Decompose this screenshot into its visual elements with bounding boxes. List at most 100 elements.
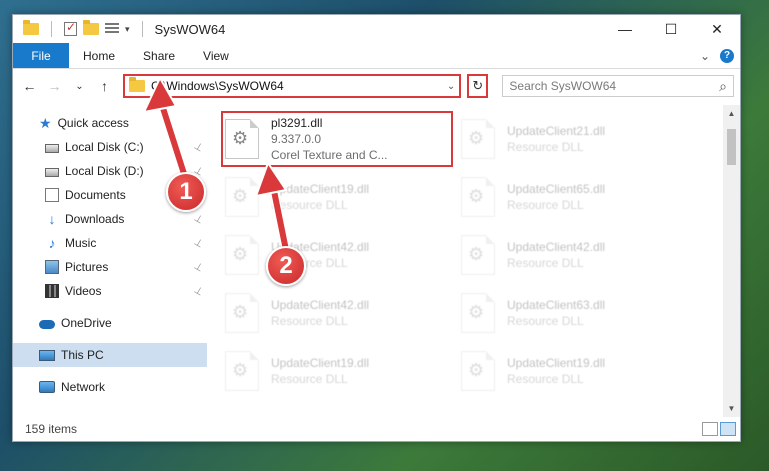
scrollbar-thumb[interactable] [727,129,736,165]
dll-file-icon [461,351,495,391]
divider [51,21,52,37]
folder-icon [23,20,39,35]
view-toggle [702,422,740,436]
tab-file[interactable]: File [13,43,69,68]
properties-check-icon[interactable] [64,20,77,36]
file-item[interactable]: UpdateClient42.dll Resource DLL [225,285,455,341]
navigation-pane: ★ Quick access Local Disk (C:) ⊥ Local Dis… [13,105,207,417]
tab-share[interactable]: Share [129,43,189,68]
computer-icon [39,349,55,361]
folder-icon [129,77,145,92]
file-name: UpdateClient21.dll [507,124,606,138]
sidebar-item-videos[interactable]: Videos ⊥ [13,279,207,303]
downloads-icon: ↓ [48,211,56,227]
file-info: UpdateClient19.dll Resource DLL [271,355,369,387]
pin-icon[interactable]: ⊥ [192,260,205,274]
dll-file-icon [461,235,495,275]
sidebar-item-label: Local Disk (C:) [65,140,144,154]
window-title: SysWOW64 [154,21,226,37]
onedrive-cloud-icon [39,319,55,329]
tab-home[interactable]: Home [69,43,129,68]
sidebar-item-pictures[interactable]: Pictures ⊥ [13,255,207,279]
music-icon: ♪ [48,235,56,251]
file-name: UpdateClient63.dll [507,298,606,312]
address-bar[interactable]: C:\Windows\SysWOW64 ⌄ [123,74,462,98]
navigation-bar: ← → ⌄ ↑ C:\Windows\SysWOW64 ⌄ ↻ ⌕ [13,69,740,103]
address-dropdown-icon[interactable]: ⌄ [447,81,459,92]
file-info: UpdateClient19.dll Resource DLL [271,181,369,213]
file-detail: Resource DLL [271,314,348,328]
dll-file-icon [225,235,259,275]
file-item[interactable]: UpdateClient21.dll Resource DLL [461,111,691,167]
ribbon-right: ⌄ ? [700,43,740,68]
refresh-button[interactable]: ↻ [467,74,489,98]
up-button[interactable]: ↑ [94,75,115,97]
file-detail: Resource DLL [507,256,584,270]
file-item[interactable]: UpdateClient19.dll Resource DLL [225,343,455,399]
maximize-button[interactable]: ☐ [648,15,694,43]
file-name: UpdateClient19.dll [271,182,370,196]
expand-ribbon-icon[interactable]: ⌄ [700,49,710,63]
sidebar-item-label: This PC [61,348,104,362]
file-detail: Resource DLL [507,372,584,386]
scroll-down-icon[interactable]: ▼ [723,400,740,417]
search-input[interactable] [509,79,720,93]
close-button[interactable]: ✕ [694,15,740,43]
sidebar-item-this-pc[interactable]: This PC [13,343,207,367]
file-name: UpdateClient42.dll [271,298,370,312]
pin-icon[interactable]: ⊥ [192,284,205,298]
scroll-up-icon[interactable]: ▲ [723,105,740,122]
selected-file-highlight [221,111,453,167]
sidebar-item-label: OneDrive [61,316,112,330]
title-bar: ▾ SysWOW64 — ☐ ✕ [13,15,740,43]
new-folder-icon[interactable] [83,20,99,35]
sidebar-item-label: Videos [65,284,102,298]
sidebar-item-label: Downloads [65,212,125,226]
dll-file-icon [225,177,259,217]
toolbar-dropdown-icon[interactable]: ▾ [125,24,130,35]
details-view-icon[interactable] [702,422,718,436]
pin-icon[interactable]: ⊥ [192,212,205,226]
step-badge-2: 2 [266,246,306,286]
file-detail: Resource DLL [507,314,584,328]
recent-locations-button[interactable]: ⌄ [69,75,90,97]
file-detail: Resource DLL [271,198,348,212]
sidebar-item-onedrive[interactable]: OneDrive [13,311,207,335]
disk-icon [45,167,59,177]
large-icons-view-icon[interactable] [720,422,736,436]
quick-access-toolbar: ▾ SysWOW64 [13,20,226,37]
dll-file-icon [225,351,259,391]
sidebar-item-music[interactable]: ♪ Music ⊥ [13,231,207,255]
sidebar-item-network[interactable]: Network [13,375,207,399]
search-box[interactable]: ⌕ [502,75,734,97]
documents-icon [45,188,59,202]
file-item[interactable]: UpdateClient42.dllResource DLL [225,227,455,283]
file-info: UpdateClient19.dll Resource DLL [507,355,605,387]
minimize-button[interactable]: — [602,15,648,43]
sidebar-item-local-disk-c[interactable]: Local Disk (C:) ⊥ [13,135,207,159]
forward-button[interactable]: → [44,75,65,97]
file-item[interactable]: UpdateClient65.dll Resource DLL [461,169,691,225]
dll-file-icon [461,119,495,159]
file-name: UpdateClient19.dll [271,356,370,370]
address-path[interactable]: C:\Windows\SysWOW64 [151,79,441,93]
file-item[interactable]: UpdateClient42.dllResource DLL [461,227,691,283]
back-button[interactable]: ← [19,75,40,97]
pin-icon[interactable]: ⊥ [192,140,205,154]
pin-icon[interactable]: ⊥ [192,236,205,250]
help-icon[interactable]: ? [720,48,734,63]
file-item[interactable]: UpdateClient63.dll Resource DLL [461,285,691,341]
vertical-scrollbar[interactable]: ▲ ▼ [723,105,740,417]
sidebar-item-label: Network [61,380,106,394]
customize-toolbar-icon[interactable] [105,23,119,35]
item-count: 159 items [25,422,78,436]
file-item[interactable]: UpdateClient19.dll Resource DLL [225,169,455,225]
file-detail: Resource DLL [271,372,348,386]
sidebar-item-quick-access[interactable]: ★ Quick access [13,111,207,135]
file-detail: Resource DLL [507,198,584,212]
tab-view[interactable]: View [189,43,243,68]
ribbon-tabs: File Home Share View ⌄ ? [13,43,740,69]
dll-file-icon [225,293,259,333]
search-icon[interactable]: ⌕ [719,78,727,95]
file-item[interactable]: UpdateClient19.dll Resource DLL [461,343,691,399]
